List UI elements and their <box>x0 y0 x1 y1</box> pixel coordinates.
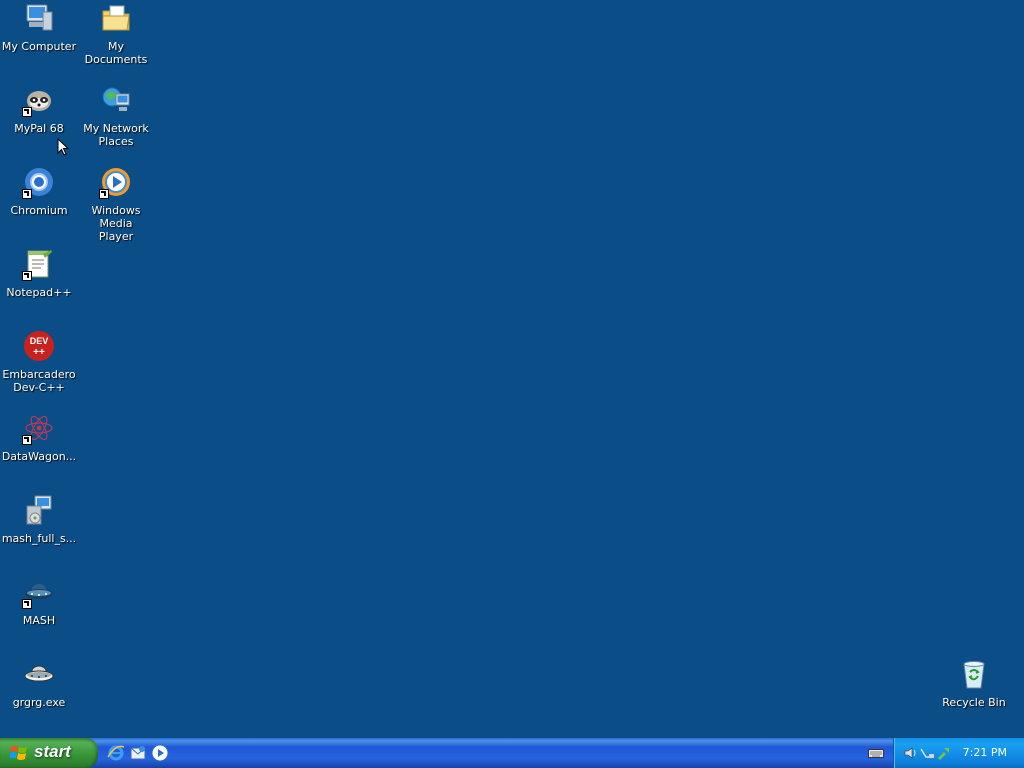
desktop-icon-grgrg[interactable]: grgrg.exe <box>0 658 78 709</box>
mouse-cursor-icon <box>57 138 69 156</box>
desktop-icon-media-player[interactable]: Windows Media Player <box>77 166 155 243</box>
svg-text:DEV: DEV <box>30 336 49 346</box>
media-player-icon <box>99 166 132 199</box>
shortcut-arrow-icon <box>22 435 32 445</box>
desktop-icon-datawagon[interactable]: DataWagon... <box>0 412 78 463</box>
shortcut-arrow-icon <box>22 599 32 609</box>
ufo-icon <box>22 576 55 609</box>
desktop-icon-label: Notepad++ <box>6 286 72 299</box>
svg-text:++: ++ <box>33 347 45 358</box>
desktop-icon-network-places[interactable]: My Network Places <box>77 84 155 148</box>
desktop-icon-chromium[interactable]: Chromium <box>0 166 78 217</box>
windows-logo-icon <box>10 746 27 760</box>
desktop-icon-recycle-bin[interactable]: Recycle Bin <box>935 658 1013 709</box>
chromium-icon <box>22 166 55 199</box>
desktop-icon-mash[interactable]: MASH <box>0 576 78 627</box>
clock[interactable]: 7:21 PM <box>963 746 1007 759</box>
desktop-icon-label: Recycle Bin <box>942 696 1006 709</box>
shortcut-arrow-icon <box>22 271 32 281</box>
volume-icon[interactable] <box>904 746 918 760</box>
folder-documents-icon <box>100 2 132 34</box>
notepadpp-icon <box>22 248 55 281</box>
desktop-icon-label: Chromium <box>10 204 68 217</box>
network-icon[interactable] <box>920 746 934 760</box>
raccoon-browser-icon <box>22 84 55 117</box>
recycle-bin-icon <box>958 658 990 690</box>
devcpp-icon: DEV ++ <box>23 330 55 362</box>
desktop-icon-label: mash_full_s... <box>1 532 77 545</box>
desktop-icon-notepadpp[interactable]: Notepad++ <box>0 248 78 299</box>
ufo-exe-icon <box>23 658 55 690</box>
desktop-icon-devcpp[interactable]: DEV ++ Embarcadero Dev-C++ <box>0 330 78 394</box>
desktop-icon-label: My Network Places <box>83 122 149 148</box>
desktop-icon-my-computer[interactable]: My Computer <box>0 2 78 53</box>
desktop-icon-label: DataWagon... <box>1 450 77 463</box>
desktop-icon-label: MASH <box>22 614 56 627</box>
desktop-icon-label: My Documents <box>84 40 148 66</box>
taskbar: start 7:21 PM <box>0 738 1024 768</box>
computer-icon <box>23 2 55 34</box>
network-places-icon <box>100 84 132 116</box>
start-button[interactable]: start <box>0 738 98 768</box>
shortcut-arrow-icon <box>22 107 32 117</box>
start-label: start <box>34 742 71 761</box>
desktop-icon-label: My Computer <box>1 40 77 53</box>
shortcut-arrow-icon <box>22 189 32 199</box>
safely-remove-icon[interactable] <box>936 746 950 760</box>
desktop-icon-label: Embarcadero Dev-C++ <box>2 368 76 394</box>
internet-explorer-icon[interactable] <box>107 744 125 762</box>
desktop-icon-my-documents[interactable]: My Documents <box>77 2 155 66</box>
desktop-icon-label: MyPal 68 <box>14 122 64 135</box>
desktop-icon-mash-installer[interactable]: mash_full_s... <box>0 494 78 545</box>
shortcut-arrow-icon <box>99 189 109 199</box>
keyboard-icon[interactable] <box>868 747 884 759</box>
outlook-express-icon[interactable] <box>129 744 147 762</box>
installer-icon <box>23 494 55 526</box>
desktop-icon-label: grgrg.exe <box>12 696 66 709</box>
datawagon-icon <box>22 412 55 445</box>
desktop-icon-label: Windows Media Player <box>91 204 141 243</box>
system-tray: 7:21 PM <box>893 738 1024 768</box>
desktop[interactable]: My Computer My Documents MyPal 68 My Net… <box>0 0 1024 738</box>
media-player-quicklaunch-icon[interactable] <box>151 744 169 762</box>
desktop-icon-mypal[interactable]: MyPal 68 <box>0 84 78 135</box>
